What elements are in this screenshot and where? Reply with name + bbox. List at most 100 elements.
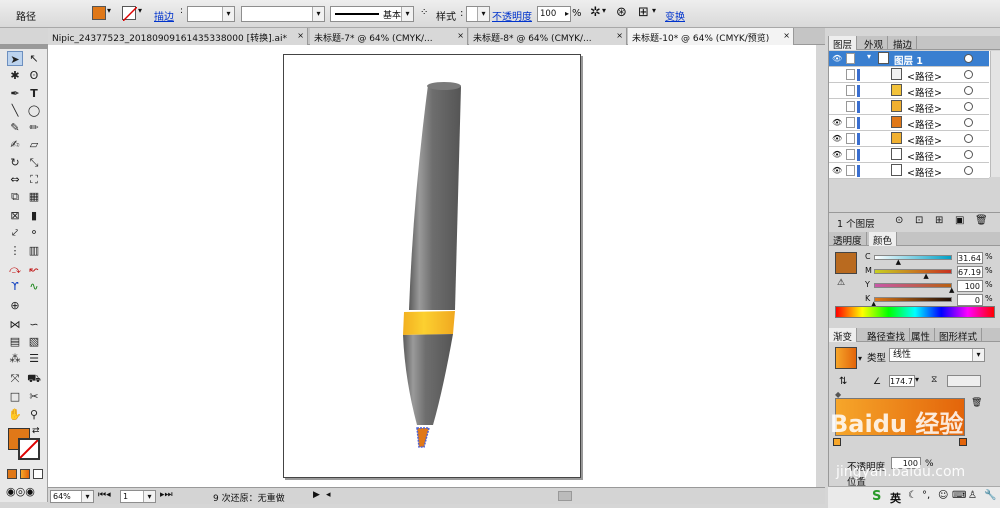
lock-toggle[interactable]: [846, 85, 855, 96]
target-circle-icon[interactable]: [964, 86, 973, 95]
rotate-tool-icon[interactable]: ↻: [7, 155, 23, 170]
visibility-eye-icon[interactable]: 👁: [832, 134, 842, 143]
pen-tool-icon[interactable]: ✒: [7, 86, 23, 101]
zoom-tool-icon[interactable]: ⚲: [26, 407, 42, 422]
tab-graphic-styles[interactable]: 图形样式: [935, 328, 983, 343]
ime-language[interactable]: 英: [890, 490, 901, 506]
line-tool-icon[interactable]: ╲: [7, 103, 23, 118]
status-menu-arrow[interactable]: ▶: [313, 490, 320, 500]
envelope-tool-icon[interactable]: ⋈: [7, 317, 23, 332]
brush-definition-dropdown[interactable]: 基本 ▾: [330, 6, 414, 22]
new-sublayer-icon[interactable]: ⊞: [935, 215, 943, 226]
channel-slider[interactable]: [874, 297, 952, 302]
graph-tool-icon[interactable]: ▧: [26, 334, 42, 349]
gradient-angle-input[interactable]: 174.7: [889, 375, 915, 387]
stroke-swatch[interactable]: [122, 6, 138, 22]
gradient-type-dropdown[interactable]: 线性 ▾: [889, 348, 985, 362]
target-circle-icon[interactable]: [964, 134, 973, 143]
visibility-eye-icon[interactable]: 👁: [832, 166, 842, 175]
delete-stop-icon[interactable]: 🗑: [971, 398, 982, 408]
gradient-stop-left[interactable]: [833, 438, 841, 446]
path-name[interactable]: <路径>: [907, 101, 942, 115]
visibility-eye-icon[interactable]: 👁: [832, 118, 842, 127]
anchor-add-tool-icon[interactable]: ⤼: [7, 262, 23, 277]
lasso-tool-icon[interactable]: ʘ: [26, 68, 42, 83]
path-tool-icon[interactable]: ϒ: [7, 279, 23, 294]
lock-toggle[interactable]: [846, 117, 855, 128]
layer-path-row[interactable]: 👁 <路径>: [829, 131, 989, 147]
visibility-eye-icon[interactable]: [832, 102, 842, 111]
path-name[interactable]: <路径>: [907, 149, 942, 163]
layer-path-row[interactable]: <路径>: [829, 99, 989, 115]
path-name[interactable]: <路径>: [907, 133, 942, 147]
slider-thumb-icon[interactable]: ▲: [923, 272, 928, 280]
stroke-dropdown-arrow[interactable]: ▾: [138, 6, 142, 15]
tab-gradient[interactable]: 渐变: [829, 328, 858, 343]
hand-tool-icon[interactable]: ✋: [7, 407, 23, 422]
input-method-icon[interactable]: S: [872, 489, 881, 504]
keyboard-icon[interactable]: ⌨: [952, 490, 966, 501]
symbol-sprayer-tool-icon[interactable]: ⋮: [7, 243, 23, 258]
symbol-tool-icon[interactable]: ⁂: [7, 351, 23, 366]
reverse-gradient-icon[interactable]: ⇅: [839, 376, 847, 387]
layer-path-row[interactable]: 👁 <路径>: [829, 163, 989, 179]
emoji-icon[interactable]: ☺: [938, 490, 948, 501]
channel-value-input[interactable]: 100: [957, 280, 983, 292]
path-name[interactable]: <路径>: [907, 165, 942, 179]
channel-slider[interactable]: [874, 255, 952, 260]
visibility-eye-icon[interactable]: [832, 86, 842, 95]
tab-2[interactable]: 未标题-8* @ 64% (CMYK/... ×: [469, 28, 627, 45]
tab-transparency[interactable]: 透明度: [829, 232, 867, 247]
gradient-swatch[interactable]: [835, 347, 857, 369]
type-tool-icon[interactable]: T: [26, 86, 42, 101]
shirt-icon[interactable]: ♙: [968, 490, 977, 501]
current-fill-color[interactable]: [835, 252, 857, 274]
pen-artwork[interactable]: [395, 80, 470, 455]
magic-wand-tool-icon[interactable]: ✱: [7, 68, 23, 83]
fill-swatch[interactable]: [92, 6, 106, 20]
fill-dropdown-arrow[interactable]: ▾: [107, 6, 111, 15]
anchor-convert-tool-icon[interactable]: ↜: [26, 262, 42, 277]
color-spectrum[interactable]: [835, 306, 995, 318]
graphic-style-icon[interactable]: ⁘: [420, 7, 428, 18]
channel-slider[interactable]: [874, 269, 952, 274]
warp-tool-icon[interactable]: ∽: [26, 317, 42, 332]
variable-width-dropdown[interactable]: ▾: [241, 6, 325, 22]
layers-scrollbar[interactable]: [990, 51, 1000, 177]
wrench-icon[interactable]: 🔧: [984, 490, 996, 501]
shape-builder-tool-icon[interactable]: ⧉: [7, 189, 23, 204]
target-circle-icon[interactable]: [964, 118, 973, 127]
close-icon[interactable]: ×: [783, 31, 790, 40]
target-circle-icon[interactable]: [964, 102, 973, 111]
tab-appearance[interactable]: 外观: [860, 36, 889, 51]
layer-path-row[interactable]: <路径>: [829, 83, 989, 99]
target-circle-icon[interactable]: [964, 150, 973, 159]
lock-toggle[interactable]: [846, 101, 855, 112]
eyedropper2-tool-icon[interactable]: ⤧: [7, 371, 23, 386]
gradient-mode-icon[interactable]: [20, 469, 30, 479]
path-name[interactable]: <路径>: [907, 117, 942, 131]
free-transform-tool-icon[interactable]: ⛶: [26, 172, 42, 187]
lock-toggle[interactable]: [846, 69, 855, 80]
lock-toggle[interactable]: [846, 133, 855, 144]
slice-tool-icon[interactable]: □: [7, 389, 23, 404]
swap-fill-stroke-icon[interactable]: ⇄: [32, 426, 40, 436]
layer-row-main[interactable]: 👁 ▾ 图层 1: [829, 51, 989, 67]
channel-value-input[interactable]: 31.64: [957, 252, 983, 264]
zoom-dropdown[interactable]: 64% ▾: [50, 490, 94, 503]
selection-tool-icon[interactable]: ➤: [7, 51, 23, 66]
paintbrush-tool-icon[interactable]: ✎: [7, 120, 23, 135]
last-artboard-button[interactable]: ▸⏭: [160, 490, 173, 500]
visibility-eye-icon[interactable]: 👁: [832, 150, 842, 159]
tab-1[interactable]: 未标题-7* @ 64% (CMYK/... ×: [310, 28, 468, 45]
style-dropdown[interactable]: ▾: [466, 6, 490, 22]
none-mode-icon[interactable]: [33, 469, 43, 479]
horizontal-scroll-thumb[interactable]: [558, 491, 572, 501]
moon-icon[interactable]: ☾: [908, 490, 917, 501]
chart-tool-icon[interactable]: ▤: [7, 334, 23, 349]
locate-object-icon[interactable]: ⊙: [895, 215, 903, 226]
layer-path-row[interactable]: <路径>: [829, 67, 989, 83]
pencil-tool-icon[interactable]: ✏: [26, 120, 42, 135]
close-icon[interactable]: ×: [616, 31, 623, 40]
scale-tool-icon[interactable]: ⤡: [26, 155, 42, 170]
